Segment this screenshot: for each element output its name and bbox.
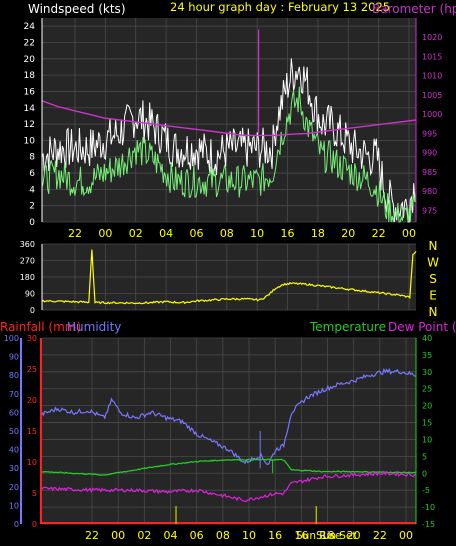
temp-x-tick-label: 10 — [242, 529, 256, 542]
rain-y-tick-label: 20 — [27, 396, 37, 405]
wind-y-tick-label: 14 — [24, 104, 36, 114]
rain-y-tick-label: 0 — [32, 520, 37, 529]
temp-y-tick-label: 25 — [422, 385, 432, 394]
temp-x-tick-label: 22 — [373, 529, 387, 542]
ylabel-temp: Temperature — [309, 320, 386, 334]
temp-y-tick-label: 35 — [422, 351, 432, 360]
baro-y-tick-label: 975 — [422, 206, 437, 215]
temp-y-tick-label: 5 — [422, 452, 427, 461]
humidity-y-tick-label: 60 — [9, 408, 19, 417]
wind-y-tick-label: 24 — [24, 22, 36, 32]
baro-y-tick-label: 1000 — [422, 110, 442, 119]
rain-y-tick-label: 5 — [32, 489, 37, 498]
direction-y-tick-label: 180 — [20, 273, 35, 282]
baro-y-tick-label: 980 — [422, 187, 437, 196]
wind-panel — [42, 18, 416, 222]
baro-y-tick-label: 990 — [422, 149, 437, 158]
direction-y-tick-label: 270 — [20, 257, 35, 266]
rain-y-tick-label: 30 — [27, 334, 37, 343]
wind-x-tick-label: 00 — [98, 227, 112, 240]
weather-chart-svg: Windspeed (kts) 24 hour graph day : Febr… — [0, 0, 456, 542]
wind-y-tick-label: 8 — [29, 153, 35, 163]
rain-y-tick-label: 15 — [27, 427, 37, 436]
humidity-y-tick-label: 40 — [9, 446, 19, 455]
baro-y-tick-label: 1020 — [422, 33, 442, 42]
baro-y-tick-label: 995 — [422, 129, 437, 138]
wind-x-tick-label: 02 — [129, 227, 143, 240]
baro-y-tick-label: 1010 — [422, 72, 442, 81]
rain-y-tick-label: 10 — [27, 458, 37, 467]
wind-y-tick-label: 4 — [29, 185, 35, 195]
ylabel-baro: Barometer (hpa) — [372, 2, 456, 16]
baro-y-tick-label: 1015 — [422, 52, 442, 61]
compass-label: N — [429, 239, 438, 253]
wind-x-tick-label: 16 — [281, 227, 295, 240]
temp-y-tick-label: 0 — [422, 469, 427, 478]
wind-x-tick-label: 22 — [372, 227, 386, 240]
rain-y-tick-label: 25 — [27, 365, 37, 374]
compass-label: S — [429, 272, 437, 286]
wind-x-tick-label: 06 — [189, 227, 203, 240]
compass-label: E — [429, 289, 437, 303]
temp-x-tick-label: 16 — [268, 529, 282, 542]
wind-y-tick-label: 0 — [29, 218, 35, 228]
temp-x-tick-label: 08 — [216, 529, 230, 542]
humidity-y-tick-label: 90 — [9, 353, 19, 362]
humidity-y-tick-label: 100 — [4, 334, 19, 343]
ylabel-wind: Windspeed (kts) — [28, 2, 126, 16]
temp-y-tick-label: 40 — [422, 334, 432, 343]
wind-y-tick-label: 10 — [24, 136, 36, 146]
wind-x-tick-label: 22 — [68, 227, 82, 240]
temp-x-tick-label: 00 — [399, 529, 413, 542]
humidity-y-tick-label: 10 — [9, 501, 19, 510]
wind-y-tick-label: 16 — [24, 87, 36, 97]
sunset-label: Sun Set — [316, 530, 357, 542]
temp-y-tick-label: -5 — [422, 486, 430, 495]
direction-y-tick-label: 0 — [30, 306, 35, 315]
wind-x-tick-label: 20 — [341, 227, 355, 240]
ylabel-hum: Humidity — [67, 320, 121, 334]
ylabel-dew: Dew Point (c) — [388, 320, 456, 334]
humidity-y-tick-label: 20 — [9, 483, 19, 492]
direction-y-tick-label: 360 — [20, 240, 35, 249]
temp-x-tick-label: 06 — [190, 529, 204, 542]
compass-label: W — [427, 256, 439, 270]
temp-y-tick-label: 30 — [422, 368, 432, 377]
humidity-y-tick-label: 0 — [14, 520, 19, 529]
chart-title: 24 hour graph day : February 13 2025 — [170, 0, 390, 14]
humidity-y-tick-label: 70 — [9, 390, 19, 399]
temp-y-tick-label: 20 — [422, 402, 432, 411]
baro-y-tick-label: 985 — [422, 168, 437, 177]
temp-x-tick-label: 02 — [137, 529, 151, 542]
humidity-y-tick-label: 30 — [9, 464, 19, 473]
temp-x-tick-label: 22 — [85, 529, 99, 542]
wind-x-tick-label: 18 — [311, 227, 325, 240]
temp-y-tick-label: -15 — [422, 520, 435, 529]
wind-y-tick-label: 20 — [24, 55, 36, 65]
weather-graph: Windspeed (kts) 24 hour graph day : Febr… — [0, 0, 456, 542]
temp-y-tick-label: -10 — [422, 503, 435, 512]
direction-y-tick-label: 90 — [25, 290, 35, 299]
wind-x-tick-label: 08 — [220, 227, 234, 240]
wind-x-tick-label: 04 — [159, 227, 173, 240]
temp-y-tick-label: 10 — [422, 435, 432, 444]
temp-y-tick-label: 15 — [422, 419, 432, 428]
humidity-y-tick-label: 80 — [9, 371, 19, 380]
wind-y-tick-label: 2 — [29, 202, 35, 212]
compass-label: N — [429, 305, 438, 319]
temp-x-tick-label: 00 — [111, 529, 125, 542]
wind-y-tick-label: 22 — [24, 38, 35, 48]
wind-y-tick-label: 18 — [24, 71, 36, 81]
wind-x-tick-label: 00 — [402, 227, 416, 240]
temp-x-tick-label: 04 — [164, 529, 178, 542]
wind-y-tick-label: 12 — [24, 120, 35, 130]
humidity-y-tick-label: 50 — [9, 427, 19, 436]
wind-x-tick-label: 10 — [250, 227, 264, 240]
wind-y-tick-label: 6 — [29, 169, 35, 179]
baro-y-tick-label: 1005 — [422, 91, 442, 100]
